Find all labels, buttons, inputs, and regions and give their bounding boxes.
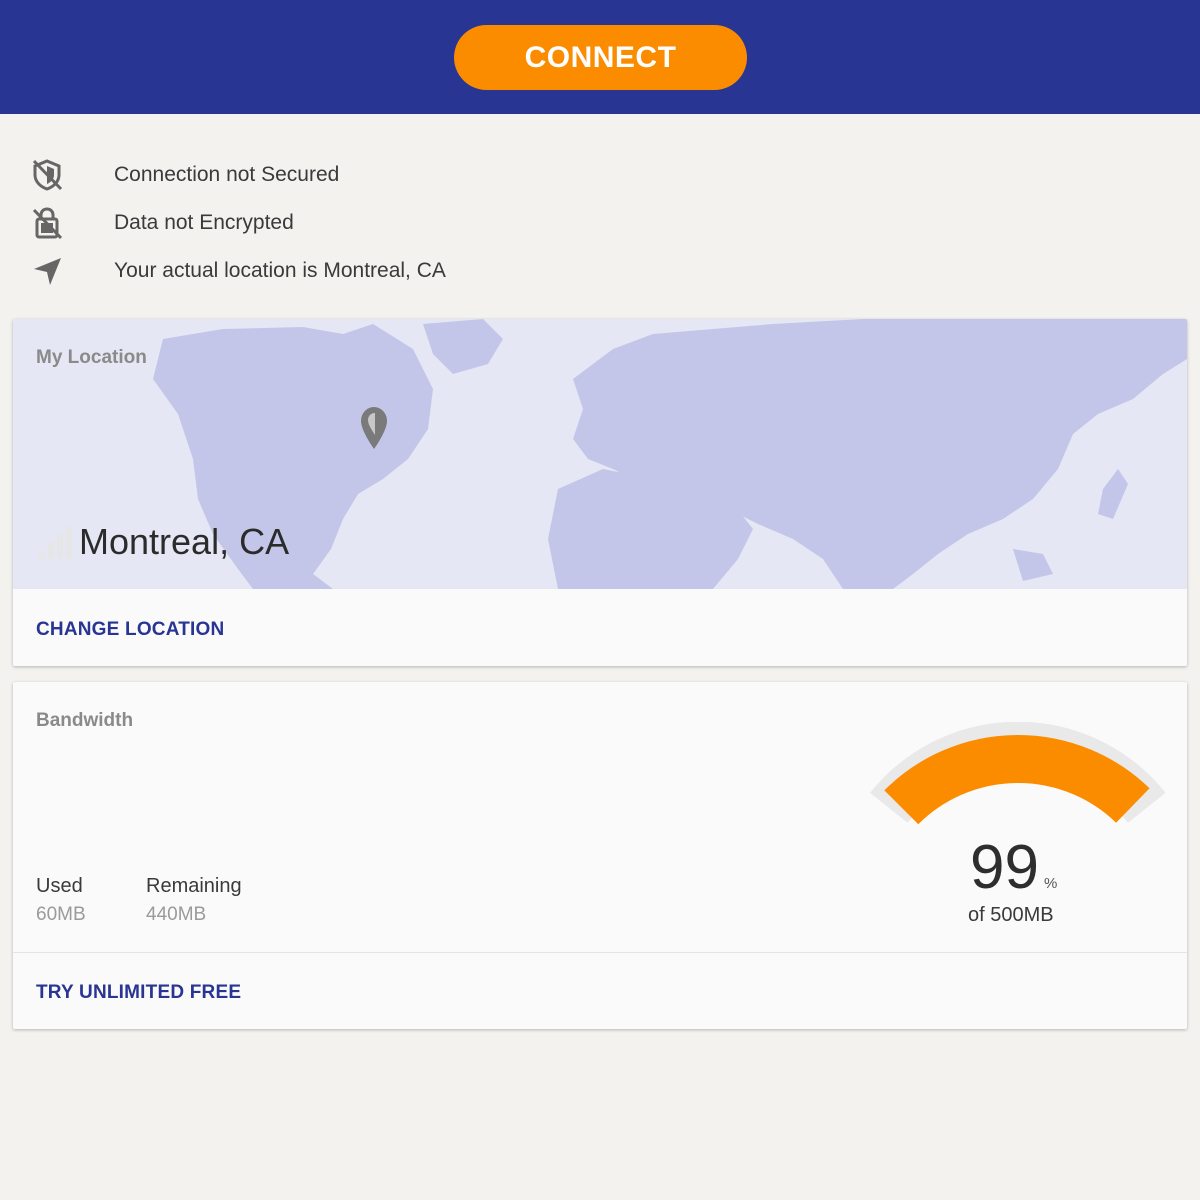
- bandwidth-gauge-fill: [884, 734, 1150, 825]
- connection-status-text: Connection not Secured: [114, 163, 340, 186]
- bandwidth-label: Bandwidth: [36, 710, 134, 731]
- bandwidth-percent-sign: %: [1044, 875, 1058, 892]
- connect-button[interactable]: CONNECT: [454, 25, 747, 90]
- top-bar: CONNECT: [0, 0, 1200, 114]
- bandwidth-total: of 500MB: [968, 904, 1054, 926]
- my-location-label: My Location: [36, 347, 147, 368]
- bandwidth-card: Bandwidth Used 60MB Remaining 440MB 99 %…: [13, 682, 1187, 1029]
- used-label: Used: [36, 875, 83, 897]
- shield-off-icon: [28, 157, 66, 193]
- change-location-button[interactable]: CHANGE LOCATION: [36, 619, 224, 641]
- lock-off-icon: [28, 205, 66, 241]
- used-value: 60MB: [36, 904, 86, 925]
- try-unlimited-button[interactable]: TRY UNLIMITED FREE: [36, 982, 241, 1004]
- remaining-value: 440MB: [146, 904, 207, 925]
- signal-bars-icon: [39, 527, 73, 564]
- selected-location: Montreal, CA: [79, 521, 290, 562]
- encryption-status-text: Data not Encrypted: [114, 211, 294, 234]
- remaining-label: Remaining: [146, 875, 242, 897]
- status-row-location: Your actual location is Montreal, CA: [0, 251, 700, 291]
- card-divider: [13, 952, 1187, 953]
- world-map: My Location Montreal, CA: [13, 319, 1187, 589]
- actual-location-text: Your actual location is Montreal, CA: [114, 259, 446, 282]
- bandwidth-percent: 99: [970, 833, 1039, 902]
- status-row-connection: Connection not Secured: [0, 155, 700, 195]
- location-card: My Location Montreal, CA CHANGE LOCATION: [13, 319, 1187, 666]
- status-row-encryption: Data not Encrypted: [0, 203, 700, 243]
- location-arrow-icon: [28, 253, 66, 289]
